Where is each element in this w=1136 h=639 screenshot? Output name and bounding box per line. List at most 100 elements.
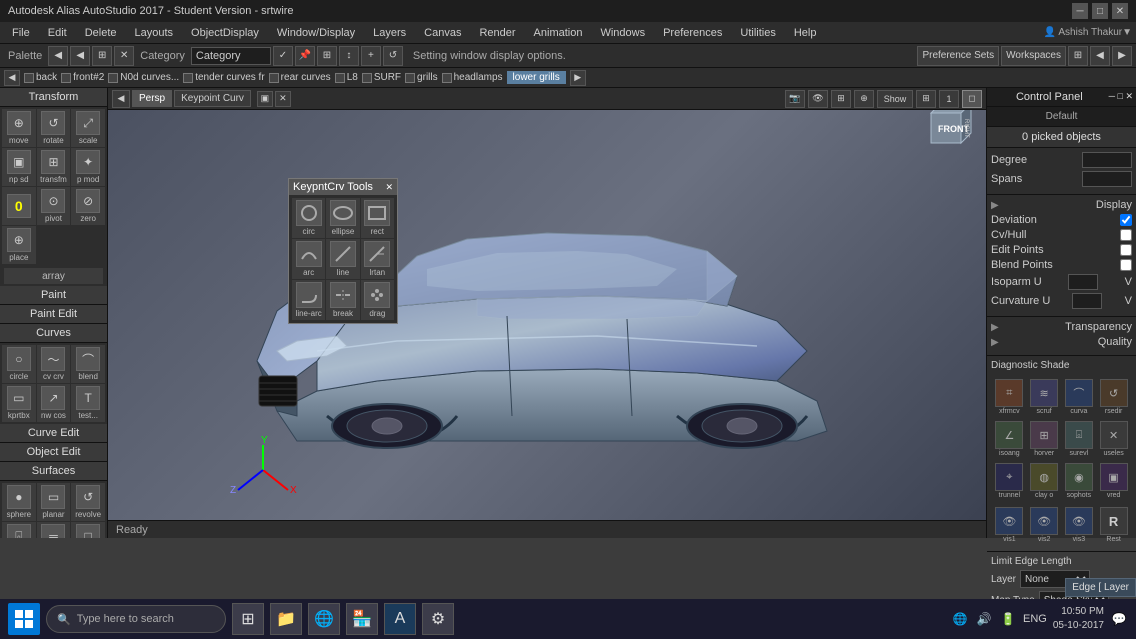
layer-back[interactable]: back xyxy=(24,72,57,83)
cp-window-controls[interactable]: ─ □ ✕ xyxy=(1109,91,1133,102)
layer-nod[interactable]: N0d curves... xyxy=(108,72,179,83)
store-btn[interactable]: 🏪 xyxy=(346,603,378,635)
tb-arrow-left[interactable]: ◀ xyxy=(70,46,90,66)
layer-grills[interactable]: grills xyxy=(405,72,438,83)
tool-blend[interactable]: ⌒ blend xyxy=(71,345,105,383)
kpcrv-rect[interactable]: rect xyxy=(361,198,394,238)
category-input[interactable] xyxy=(191,47,271,65)
system-clock[interactable]: 10:50 PM 05-10-2017 xyxy=(1053,605,1104,633)
section-transform[interactable]: Transform xyxy=(0,88,107,107)
kpcrv-break[interactable]: break xyxy=(326,280,359,320)
section-paint[interactable]: Paint xyxy=(0,286,107,305)
kpcrv-header[interactable]: KeypntCrv Tools ✕ xyxy=(289,179,397,195)
menu-file[interactable]: File xyxy=(4,25,38,41)
isoparmu-input[interactable] xyxy=(1068,274,1098,290)
notification-icon[interactable]: 💬 xyxy=(1110,610,1128,628)
tool-zero[interactable]: ⊘ zero xyxy=(71,187,105,225)
layer-headlamps-checkbox[interactable] xyxy=(442,73,452,83)
kpcrv-arc[interactable]: arc xyxy=(292,239,325,279)
network-icon[interactable]: 🌐 xyxy=(951,610,969,628)
tool-rotate[interactable]: ↺ rotate xyxy=(37,109,71,147)
tool-cvcrv[interactable]: 〜 cv crv xyxy=(37,345,71,383)
layer-grills-checkbox[interactable] xyxy=(405,73,415,83)
palette-toggle[interactable]: ◀ xyxy=(48,46,68,66)
menu-utilities[interactable]: Utilities xyxy=(732,25,783,41)
maximize-button[interactable]: □ xyxy=(1092,3,1108,19)
curvatureu-input[interactable] xyxy=(1072,293,1102,309)
kpcrv-lrtan[interactable]: lrtan xyxy=(361,239,394,279)
layer-arrow-right[interactable]: ▶ xyxy=(570,70,586,86)
tb-refresh[interactable]: ↺ xyxy=(383,46,403,66)
vp-target-icon[interactable]: ⊕ xyxy=(854,90,874,108)
display-collapse-icon[interactable]: ▶ xyxy=(991,200,999,211)
vp-shade-icon[interactable]: ◻ xyxy=(962,90,982,108)
vp-tab-icon2[interactable]: ✕ xyxy=(275,91,291,107)
deviation-checkbox[interactable] xyxy=(1120,214,1132,226)
spans-input[interactable] xyxy=(1082,171,1132,187)
diag-scruf[interactable]: ≋ scruf xyxy=(1028,377,1061,417)
menu-windows[interactable]: Windows xyxy=(592,25,653,41)
keypoint-curv-tab[interactable]: Keypoint Curv xyxy=(174,90,251,107)
layer-tender-checkbox[interactable] xyxy=(183,73,193,83)
tool-pivot[interactable]: ⊙ pivot xyxy=(37,187,71,225)
alias-btn[interactable]: A xyxy=(384,603,416,635)
kpcrv-line-arc[interactable]: line-arc xyxy=(292,280,325,320)
kpcrv-ellipse[interactable]: ellipse xyxy=(326,198,359,238)
tb-icon2[interactable]: ◀ xyxy=(1090,46,1110,66)
task-view-btn[interactable]: ⊞ xyxy=(232,603,264,635)
diag-isoang[interactable]: ∠ isoang xyxy=(993,419,1026,459)
layer-front2[interactable]: front#2 xyxy=(61,72,104,83)
tool-nwcos[interactable]: ↗ nw cos xyxy=(37,384,71,422)
file-explorer-btn[interactable]: 📁 xyxy=(270,603,302,635)
section-paint-edit[interactable]: Paint Edit xyxy=(0,305,107,324)
layer-surf[interactable]: SURF xyxy=(362,72,401,83)
editpoints-checkbox[interactable] xyxy=(1120,244,1132,256)
menu-edit[interactable]: Edit xyxy=(40,25,75,41)
layer-arrow-left[interactable]: ◀ xyxy=(4,70,20,86)
diag-vred[interactable]: ▣ vred xyxy=(1097,461,1130,501)
section-curve-edit[interactable]: Curve Edit xyxy=(0,424,107,443)
layer-headlamps[interactable]: headlamps xyxy=(442,72,503,83)
vis2-item[interactable]: 👁 vis2 xyxy=(1028,505,1061,545)
tool-rail[interactable]: ═ rail xyxy=(37,522,71,538)
menu-help[interactable]: Help xyxy=(786,25,825,41)
vp-num-icon[interactable]: 1 xyxy=(939,90,959,108)
menu-layers[interactable]: Layers xyxy=(365,25,414,41)
diag-xfrmcv[interactable]: ⌗ xfrmcv xyxy=(993,377,1026,417)
vp-grid-icon[interactable]: ⊞ xyxy=(831,90,851,108)
diag-clayo[interactable]: ◍ clay o xyxy=(1028,461,1061,501)
tool-move[interactable]: ⊕ move xyxy=(2,109,36,147)
menu-animation[interactable]: Animation xyxy=(526,25,591,41)
diag-surevl[interactable]: ⌻ surevl xyxy=(1063,419,1096,459)
section-surfaces[interactable]: Surfaces xyxy=(0,462,107,481)
menu-delete[interactable]: Delete xyxy=(77,25,125,41)
menu-windowdisplay[interactable]: Window/Display xyxy=(269,25,363,41)
tool-square[interactable]: □ square xyxy=(71,522,105,538)
menu-preferences[interactable]: Preferences xyxy=(655,25,730,41)
layer-lower-grills[interactable]: lower grills xyxy=(507,71,566,84)
layer-front2-checkbox[interactable] xyxy=(61,73,71,83)
taskbar-search[interactable]: 🔍 Type here to search xyxy=(46,605,226,633)
degree-input[interactable] xyxy=(1082,152,1132,168)
tool-circle[interactable]: ○ circle xyxy=(2,345,36,383)
tool-revolve[interactable]: ↺ revolve xyxy=(71,483,105,521)
tb-close-small[interactable]: ✕ xyxy=(114,46,134,66)
vp-toggle-btn[interactable]: ◀ xyxy=(112,90,130,108)
menu-objectdisplay[interactable]: ObjectDisplay xyxy=(183,25,267,41)
tool-test[interactable]: T test... xyxy=(71,384,105,422)
section-object-edit[interactable]: Object Edit xyxy=(0,443,107,462)
workspaces-btn[interactable]: Workspaces xyxy=(1001,46,1066,66)
layer-nod-checkbox[interactable] xyxy=(108,73,118,83)
kpcrv-drag[interactable]: drag xyxy=(361,280,394,320)
tool-transfm[interactable]: ⊞ transfm xyxy=(37,148,71,186)
pref-sets-btn[interactable]: Preference Sets xyxy=(917,46,999,66)
tb-grid2[interactable]: ⊞ xyxy=(317,46,337,66)
vp-tab-icon1[interactable]: ▣ xyxy=(257,91,273,107)
kpcrv-line[interactable]: line xyxy=(326,239,359,279)
diag-useles[interactable]: ✕ useles xyxy=(1097,419,1130,459)
close-button[interactable]: ✕ xyxy=(1112,3,1128,19)
tb-move[interactable]: ↕ xyxy=(339,46,359,66)
blendpoints-checkbox[interactable] xyxy=(1120,259,1132,271)
menu-render[interactable]: Render xyxy=(471,25,523,41)
viewport[interactable]: ◀ Persp Keypoint Curv ▣ ✕ 📷 👁 ⊞ ⊕ Show ⊞… xyxy=(108,88,986,538)
